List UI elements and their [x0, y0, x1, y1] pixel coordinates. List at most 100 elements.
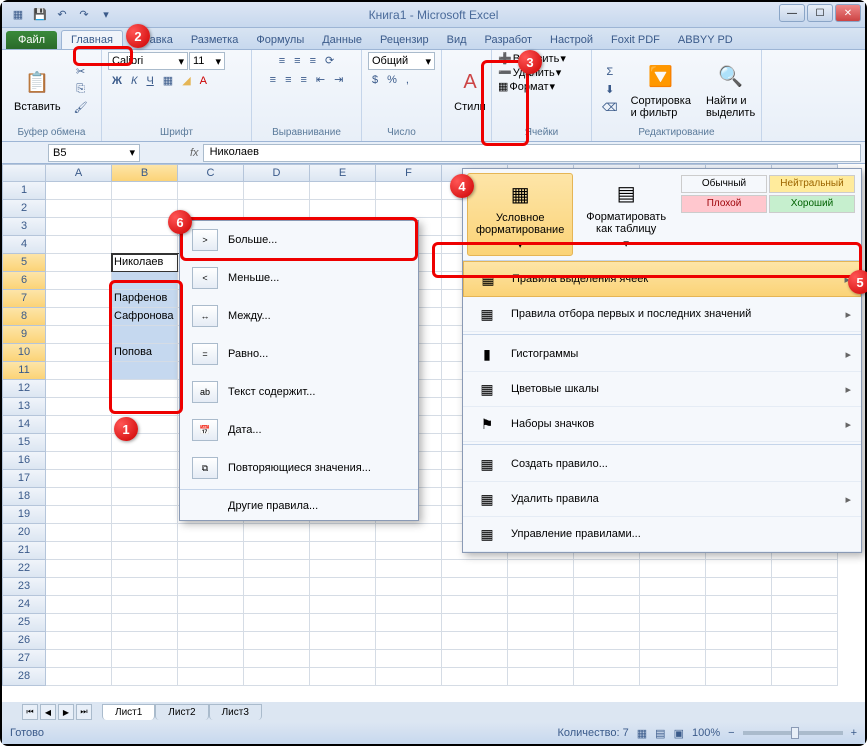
- cell[interactable]: [376, 650, 442, 668]
- cell[interactable]: [178, 614, 244, 632]
- fill-color-button[interactable]: ◢: [178, 72, 194, 89]
- view-layout-icon[interactable]: ▤: [655, 727, 665, 740]
- cell[interactable]: [46, 578, 112, 596]
- sort-filter-button[interactable]: 🔽 Сортировка и фильтр: [625, 59, 697, 121]
- cell[interactable]: [772, 650, 838, 668]
- styles-button[interactable]: A Стили: [448, 65, 492, 115]
- row-header[interactable]: 12: [2, 380, 46, 398]
- rule-between[interactable]: ↔Между...: [180, 297, 418, 335]
- cell[interactable]: [112, 650, 178, 668]
- cell[interactable]: [640, 560, 706, 578]
- cell[interactable]: [508, 668, 574, 686]
- rule-greater-than[interactable]: >Больше...: [180, 221, 418, 259]
- row-header[interactable]: 19: [2, 506, 46, 524]
- row-header[interactable]: 24: [2, 596, 46, 614]
- cell[interactable]: Попова: [112, 344, 178, 362]
- cell[interactable]: [46, 290, 112, 308]
- cell[interactable]: [244, 596, 310, 614]
- cell[interactable]: [442, 578, 508, 596]
- cell[interactable]: [574, 632, 640, 650]
- col-header[interactable]: A: [46, 164, 112, 182]
- italic-button[interactable]: К: [127, 73, 141, 89]
- cell[interactable]: [772, 668, 838, 686]
- cell[interactable]: [508, 578, 574, 596]
- cell[interactable]: [376, 524, 442, 542]
- cell[interactable]: [706, 578, 772, 596]
- sheet-first-icon[interactable]: ⏮: [22, 704, 38, 720]
- cell[interactable]: [706, 614, 772, 632]
- cell[interactable]: [442, 668, 508, 686]
- tab-file[interactable]: Файл: [6, 31, 57, 49]
- minimize-button[interactable]: —: [779, 4, 805, 22]
- excel-icon[interactable]: ▦: [8, 5, 28, 25]
- sheet-tab-3[interactable]: Лист3: [209, 704, 262, 720]
- row-header[interactable]: 17: [2, 470, 46, 488]
- cf-top-rules[interactable]: ▦ Правила отбора первых и последних знач…: [463, 297, 861, 332]
- cell[interactable]: [46, 416, 112, 434]
- sheet-tab-1[interactable]: Лист1: [102, 704, 155, 720]
- formula-bar[interactable]: Николаев: [203, 144, 861, 162]
- cell[interactable]: [112, 578, 178, 596]
- align-bottom-icon[interactable]: ≡: [306, 53, 320, 69]
- cell[interactable]: [376, 560, 442, 578]
- close-button[interactable]: ✕: [835, 4, 861, 22]
- cell[interactable]: [112, 668, 178, 686]
- cf-iconsets[interactable]: ⚑ Наборы значков ▸: [463, 407, 861, 442]
- row-header[interactable]: 15: [2, 434, 46, 452]
- cell[interactable]: [46, 596, 112, 614]
- cell[interactable]: [112, 326, 178, 344]
- tab-layout[interactable]: Разметка: [182, 31, 248, 49]
- tab-foxit[interactable]: Foxit PDF: [602, 31, 669, 49]
- cell[interactable]: [46, 362, 112, 380]
- cell[interactable]: [640, 614, 706, 632]
- tab-formulas[interactable]: Формулы: [247, 31, 313, 49]
- cell[interactable]: [244, 524, 310, 542]
- col-header[interactable]: D: [244, 164, 310, 182]
- cell[interactable]: [376, 614, 442, 632]
- zoom-slider[interactable]: [743, 731, 843, 735]
- cell[interactable]: [112, 470, 178, 488]
- cell[interactable]: [442, 614, 508, 632]
- cell[interactable]: [46, 236, 112, 254]
- row-header[interactable]: 1: [2, 182, 46, 200]
- cell[interactable]: [244, 542, 310, 560]
- cell[interactable]: [46, 200, 112, 218]
- view-normal-icon[interactable]: ▦: [637, 727, 647, 740]
- cf-highlight-rules[interactable]: ▦ Правила выделения ячеек ▸: [463, 261, 861, 297]
- cell[interactable]: [244, 182, 310, 200]
- cell[interactable]: [112, 614, 178, 632]
- font-color-button[interactable]: A: [196, 73, 211, 89]
- cell[interactable]: [376, 596, 442, 614]
- cell[interactable]: [46, 614, 112, 632]
- cell[interactable]: [376, 182, 442, 200]
- cell[interactable]: [46, 650, 112, 668]
- col-header[interactable]: B: [112, 164, 178, 182]
- row-header[interactable]: 21: [2, 542, 46, 560]
- cell[interactable]: [772, 578, 838, 596]
- border-button[interactable]: ▦: [159, 72, 177, 89]
- cell[interactable]: [442, 632, 508, 650]
- cell[interactable]: [46, 524, 112, 542]
- cell[interactable]: [442, 560, 508, 578]
- cell[interactable]: [112, 398, 178, 416]
- cell[interactable]: [46, 632, 112, 650]
- cell[interactable]: [508, 596, 574, 614]
- cell[interactable]: [46, 488, 112, 506]
- cell[interactable]: [178, 668, 244, 686]
- cell[interactable]: [112, 596, 178, 614]
- cell[interactable]: [244, 668, 310, 686]
- cell[interactable]: Парфенов: [112, 290, 178, 308]
- cell[interactable]: [178, 596, 244, 614]
- percent-icon[interactable]: %: [383, 72, 401, 88]
- cell[interactable]: [376, 542, 442, 560]
- tab-home[interactable]: Главная: [61, 30, 123, 49]
- sheet-prev-icon[interactable]: ◀: [40, 704, 56, 720]
- row-header[interactable]: 9: [2, 326, 46, 344]
- cell[interactable]: [46, 542, 112, 560]
- qat-more-icon[interactable]: ▾: [96, 5, 116, 25]
- tab-abbyy[interactable]: ABBYY PD: [669, 31, 742, 49]
- cell[interactable]: [310, 650, 376, 668]
- cell[interactable]: [772, 632, 838, 650]
- cell[interactable]: [112, 452, 178, 470]
- cell[interactable]: [46, 668, 112, 686]
